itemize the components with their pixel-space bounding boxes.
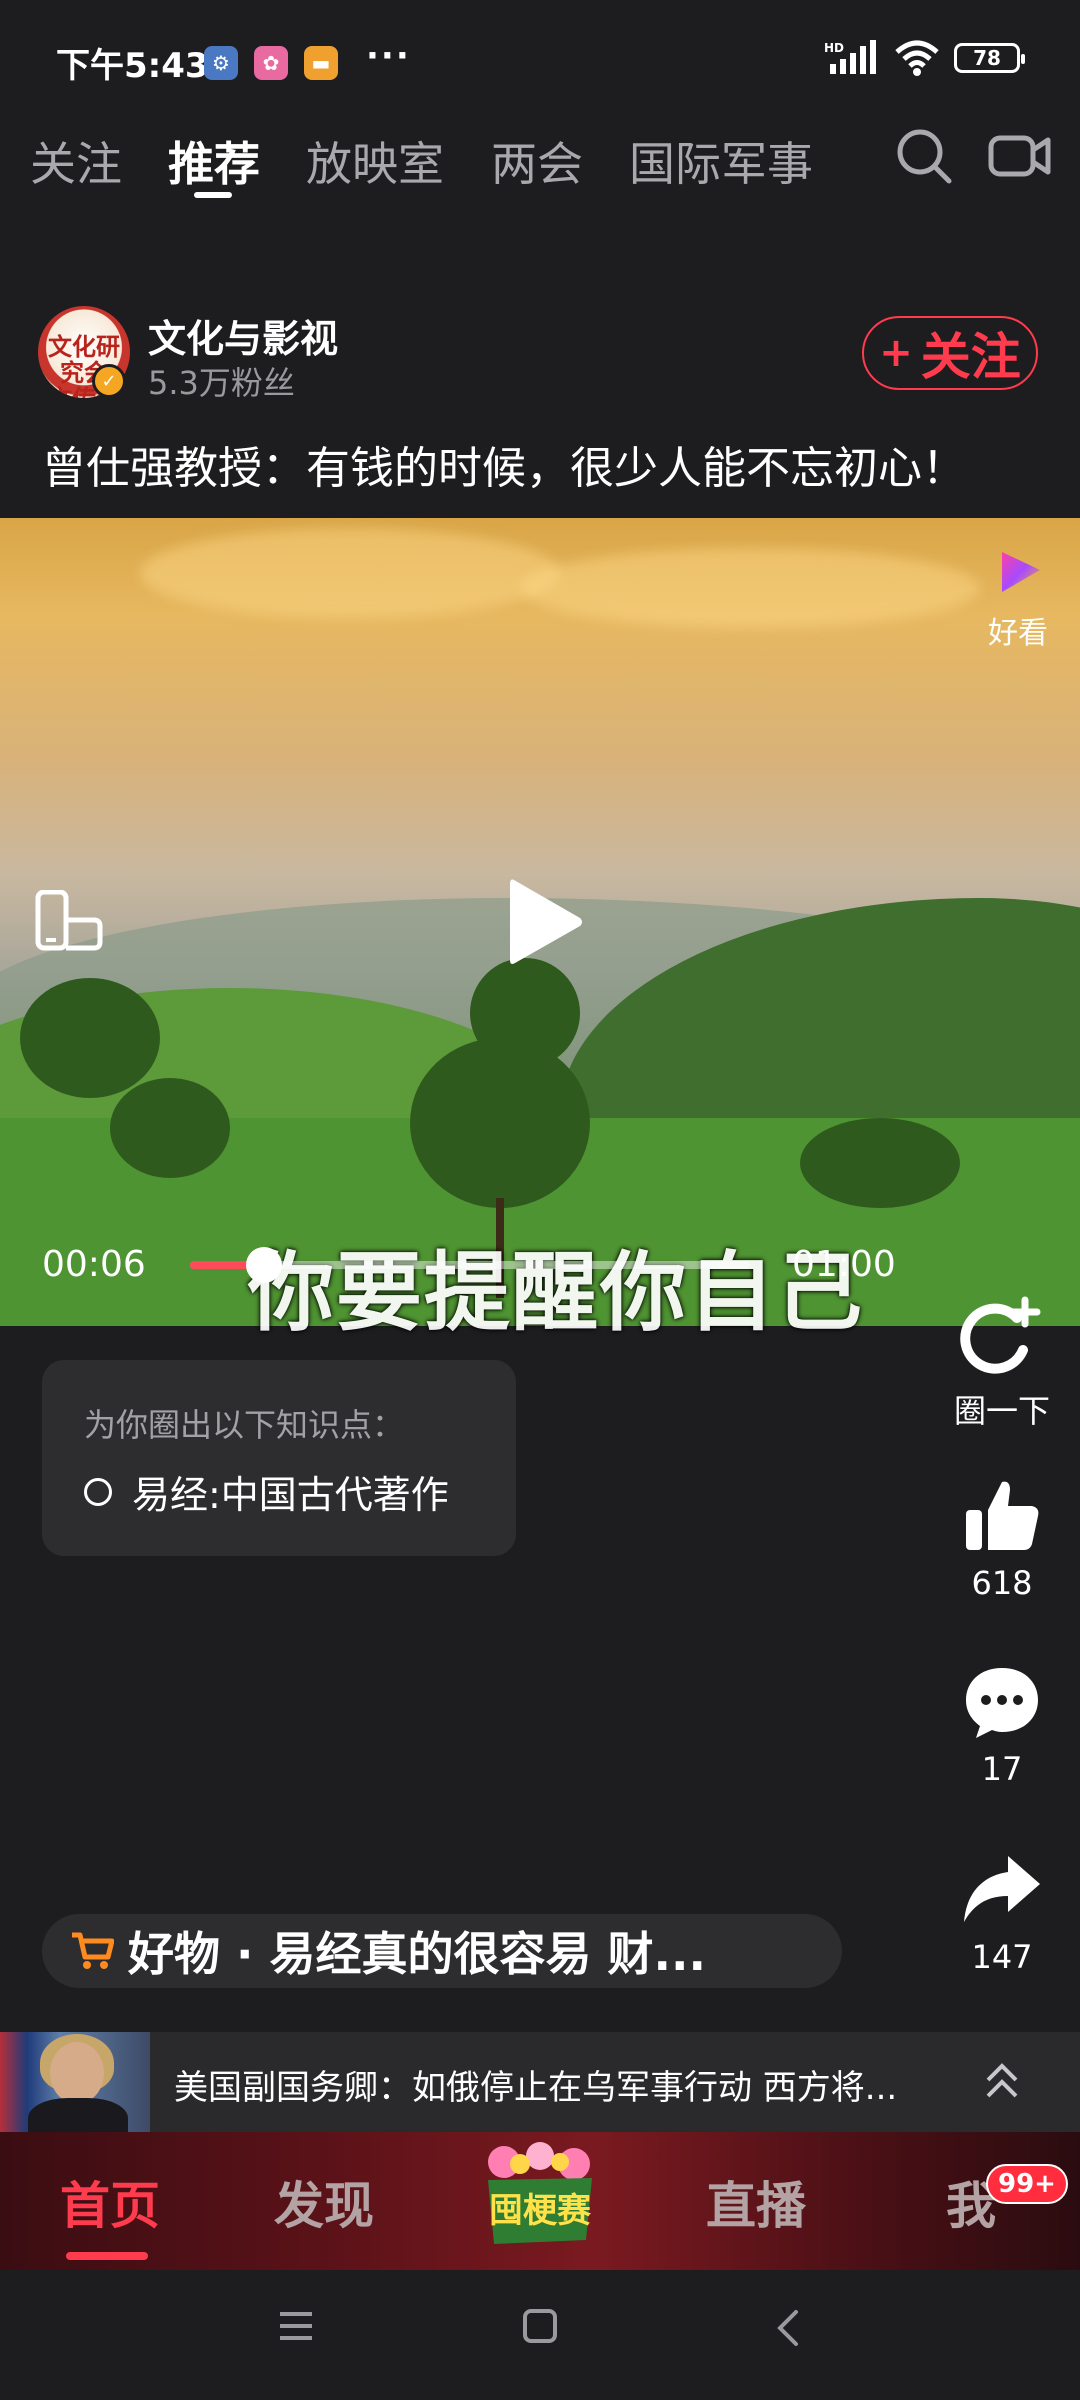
scene-tree [800, 1118, 960, 1208]
menu-icon[interactable] [278, 2308, 314, 2344]
knowledge-card: 为你圈出以下知识点： 易经:中国古代著作 [42, 1360, 516, 1556]
scene-cloud [140, 528, 560, 618]
news-thumbnail-face [50, 2042, 104, 2104]
scene-tree [470, 958, 580, 1068]
hd-signal-icon: HD [824, 40, 876, 74]
knowledge-header: 为你圈出以下知识点： [84, 1406, 405, 1444]
scene-tree [20, 978, 160, 1098]
video-subtitle: 你要提醒你自己 [248, 1243, 864, 1343]
comment-action[interactable]: 17 [932, 1664, 1072, 1788]
shop-bar[interactable]: 好物 · 易经真的很容易 财... [42, 1914, 842, 1988]
back-icon[interactable] [772, 2308, 802, 2348]
comment-icon [966, 1668, 1038, 1738]
svg-text:HD: HD [824, 41, 844, 55]
total-time: 01:00 [792, 1244, 896, 1285]
like-count: 618 [971, 1564, 1033, 1602]
tab-recommended[interactable]: 推荐 [168, 128, 260, 194]
scene-cloud [520, 548, 980, 628]
nav-live[interactable]: 直播 [706, 2166, 806, 2238]
share-icon [964, 1856, 1040, 1922]
wifi-icon [895, 40, 939, 76]
home-icon[interactable] [522, 2308, 558, 2344]
follow-plus-icon: + [879, 330, 913, 376]
follow-label: 关注 [920, 328, 1021, 386]
camera-icon[interactable] [988, 126, 1052, 186]
chevron-up-double-icon[interactable] [984, 2060, 1020, 2104]
status-bar: 下午5:43 ⚙ ✿ ▬ ··· HD 78 [0, 0, 1080, 110]
knowledge-item-label: 易经:中国古代著作 [132, 1473, 449, 1517]
nav-active-indicator [66, 2252, 148, 2260]
video-title[interactable]: 曾仕强教授：有钱的时候，很少人能不忘初心！ [42, 432, 966, 496]
news-thumbnail [0, 2032, 150, 2132]
tab-screening-room[interactable]: 放映室 [306, 128, 444, 194]
thumbs-up-icon [966, 1481, 1039, 1550]
current-time: 00:06 [42, 1244, 146, 1285]
scene-tree [410, 1038, 590, 1208]
top-tab-bar: 关注 推荐 放映室 两会 国际军事 [0, 110, 1080, 210]
haokan-label: 好看 [988, 616, 1048, 651]
tab-international-military[interactable]: 国际军事 [629, 128, 813, 194]
tab-two-sessions[interactable]: 两会 [491, 128, 583, 194]
message-notif-icon: ▬ [304, 46, 338, 80]
news-bar[interactable]: 美国副国务卿：如俄停止在乌军事行动 西方将... [0, 2032, 1080, 2132]
shop-text: 好物 · 易经真的很容易 财... [128, 1927, 706, 1981]
haokan-logo-icon[interactable] [996, 548, 1044, 596]
circle-add-icon [960, 1296, 1041, 1374]
notification-badge: 99+ [986, 2164, 1068, 2204]
nav-home[interactable]: 首页 [60, 2166, 160, 2238]
battery-level: 78 [973, 46, 1001, 70]
like-action[interactable]: 618 [932, 1478, 1072, 1602]
nav-center-label: 囤梗赛 [489, 2191, 592, 2231]
share-action[interactable]: 147 [932, 1852, 1072, 1976]
settings-notif-icon: ⚙ [204, 46, 238, 80]
author-name[interactable]: 文化与影视 [148, 308, 338, 363]
progress-thumb[interactable] [246, 1247, 282, 1283]
system-indicators: HD 78 [824, 40, 1025, 76]
verified-badge-icon: ✓ [92, 364, 126, 398]
battery-icon: 78 [954, 43, 1025, 73]
news-headline: 美国副国务卿：如俄停止在乌军事行动 西方将... [174, 2068, 898, 2108]
app-notif-icon: ✿ [254, 46, 288, 80]
knowledge-item[interactable]: 易经:中国古代著作 [84, 1464, 449, 1519]
active-tab-indicator [194, 192, 232, 198]
tab-following[interactable]: 关注 [30, 128, 122, 194]
circle-bullet-icon [84, 1477, 112, 1506]
follow-button[interactable]: + 关注 [862, 316, 1038, 390]
circle-action[interactable]: 圈一下 [932, 1296, 1072, 1432]
comment-count: 17 [981, 1750, 1023, 1788]
author-fans: 5.3万粉丝 [148, 364, 295, 402]
news-thumbnail-body [28, 2098, 128, 2132]
system-nav-bar [0, 2270, 1080, 2400]
rotate-screen-icon[interactable] [34, 890, 106, 954]
scene-tree [110, 1078, 230, 1178]
search-icon[interactable] [894, 126, 954, 186]
nav-discover[interactable]: 发现 [274, 2166, 374, 2238]
author-row: 文化研究会 文传化约 ✓ 文化与影视 5.3万粉丝 + 关注 [0, 296, 1080, 416]
status-time: 下午5:43 [56, 46, 209, 86]
circle-label: 圈一下 [953, 1392, 1050, 1430]
nav-center-event-icon[interactable]: 囤梗赛 [474, 2140, 606, 2260]
cart-icon [72, 1932, 114, 1969]
play-icon[interactable] [506, 874, 586, 970]
share-count: 147 [971, 1938, 1033, 1976]
bottom-nav: 首页 发现 囤梗赛 直播 我 99+ [0, 2132, 1080, 2270]
more-notifications: ··· [366, 36, 411, 76]
